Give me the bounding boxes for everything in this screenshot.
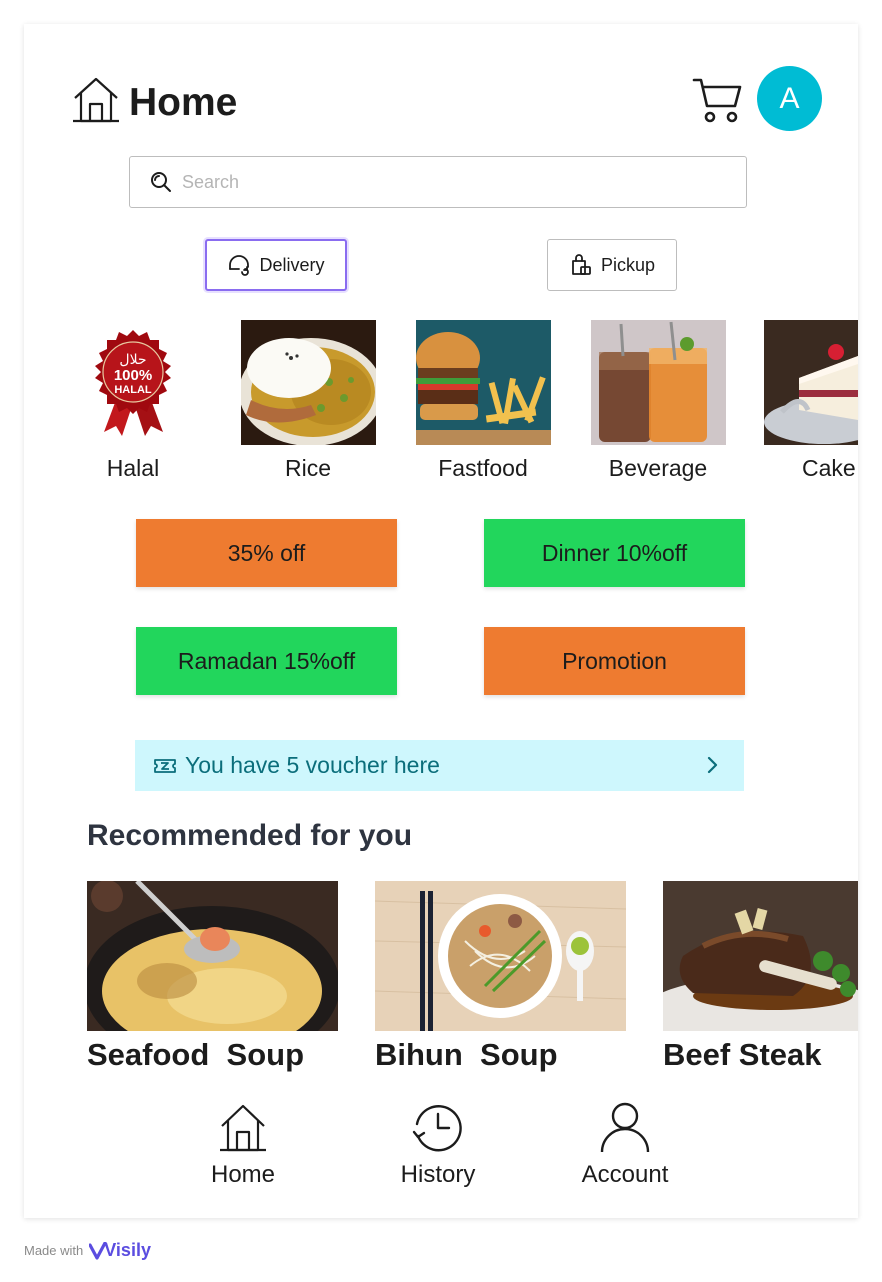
promo-label: 35% off	[227, 539, 306, 566]
seafood-soup-image	[87, 881, 338, 1031]
recommended-item-bihun-soup[interactable]: Bihun Soup	[375, 881, 626, 1073]
recommended-title: Recommended for you	[87, 819, 413, 852]
promo-label: Dinner 10%off	[541, 539, 688, 566]
nav-account[interactable]: Account	[565, 1102, 685, 1189]
recommended-item-name: Beef Steak	[663, 1037, 822, 1072]
category-halal[interactable]: حلال 100% HALAL Halal	[63, 320, 203, 482]
svg-text:حلال: حلال	[119, 352, 146, 368]
pickup-button[interactable]: Pickup	[547, 239, 677, 291]
home-icon	[220, 1104, 266, 1152]
category-label: Fastfood	[438, 455, 528, 481]
promo-label: Ramadan 15%off	[177, 647, 356, 674]
cake-image	[764, 320, 858, 445]
search-bar[interactable]	[129, 156, 747, 208]
category-rice[interactable]: Rice	[238, 320, 378, 482]
ticket-icon	[154, 758, 176, 773]
halal-badge-image: حلال 100% HALAL	[66, 320, 201, 445]
svg-text:100%: 100%	[113, 367, 151, 384]
account-icon	[600, 1102, 650, 1153]
nav-home[interactable]: Home	[183, 1102, 303, 1189]
recommended-item-beef-steak[interactable]: Beef Steak	[663, 881, 858, 1073]
search-icon	[151, 172, 171, 192]
delivery-button[interactable]: Delivery	[205, 239, 347, 291]
category-fastfood[interactable]: Fastfood	[413, 320, 553, 482]
nav-label: History	[400, 1161, 476, 1188]
promo-35-off[interactable]: 35% off	[136, 519, 397, 587]
voucher-banner[interactable]: You have 5 voucher here	[135, 740, 744, 791]
nav-label: Home	[210, 1161, 276, 1188]
history-icon	[412, 1105, 462, 1152]
page-title: Home	[129, 81, 238, 124]
pickup-label: Pickup	[600, 254, 656, 275]
pickup-bag-icon	[572, 254, 591, 275]
category-label: Rice	[284, 455, 331, 481]
chevron-right-icon	[707, 756, 718, 774]
category-label: Beverage	[608, 455, 708, 481]
bihun-soup-image	[375, 881, 626, 1031]
promo-label: Promotion	[562, 647, 667, 674]
delivery-label: Delivery	[259, 254, 325, 275]
visily-logo: Visily	[89, 1240, 151, 1261]
delivery-icon	[229, 255, 250, 276]
category-cake[interactable]: Cake	[764, 320, 858, 482]
recommended-item-name: Seafood Soup	[87, 1037, 304, 1072]
promo-dinner-10-off[interactable]: Dinner 10%off	[484, 519, 745, 587]
beef-steak-image	[663, 881, 858, 1031]
category-beverage[interactable]: Beverage	[588, 320, 728, 482]
brand-name: Visily	[104, 1240, 151, 1260]
recommended-item-seafood-soup[interactable]: Seafood Soup	[87, 881, 338, 1073]
cart-icon[interactable]	[692, 76, 744, 124]
nav-history[interactable]: History	[378, 1102, 498, 1189]
made-with-text: Made with	[24, 1243, 84, 1258]
home-icon	[73, 77, 119, 123]
rice-image	[240, 320, 376, 445]
fastfood-image	[415, 320, 551, 445]
app-screen: Home A Delivery Pickup	[24, 24, 858, 1218]
promo-promotion[interactable]: Promotion	[484, 627, 745, 695]
avatar[interactable]: A	[757, 66, 822, 131]
beverage-image	[590, 320, 726, 445]
search-input[interactable]	[182, 171, 722, 193]
voucher-text: You have 5 voucher here	[185, 752, 440, 778]
category-label: Halal	[106, 455, 160, 481]
made-with-footer: Made with Visily	[24, 1240, 151, 1261]
category-label: Cake	[802, 455, 856, 481]
nav-label: Account	[581, 1161, 669, 1188]
svg-text:HALAL: HALAL	[114, 384, 152, 396]
promo-ramadan-15-off[interactable]: Ramadan 15%off	[136, 627, 397, 695]
recommended-item-name: Bihun Soup	[375, 1037, 558, 1072]
